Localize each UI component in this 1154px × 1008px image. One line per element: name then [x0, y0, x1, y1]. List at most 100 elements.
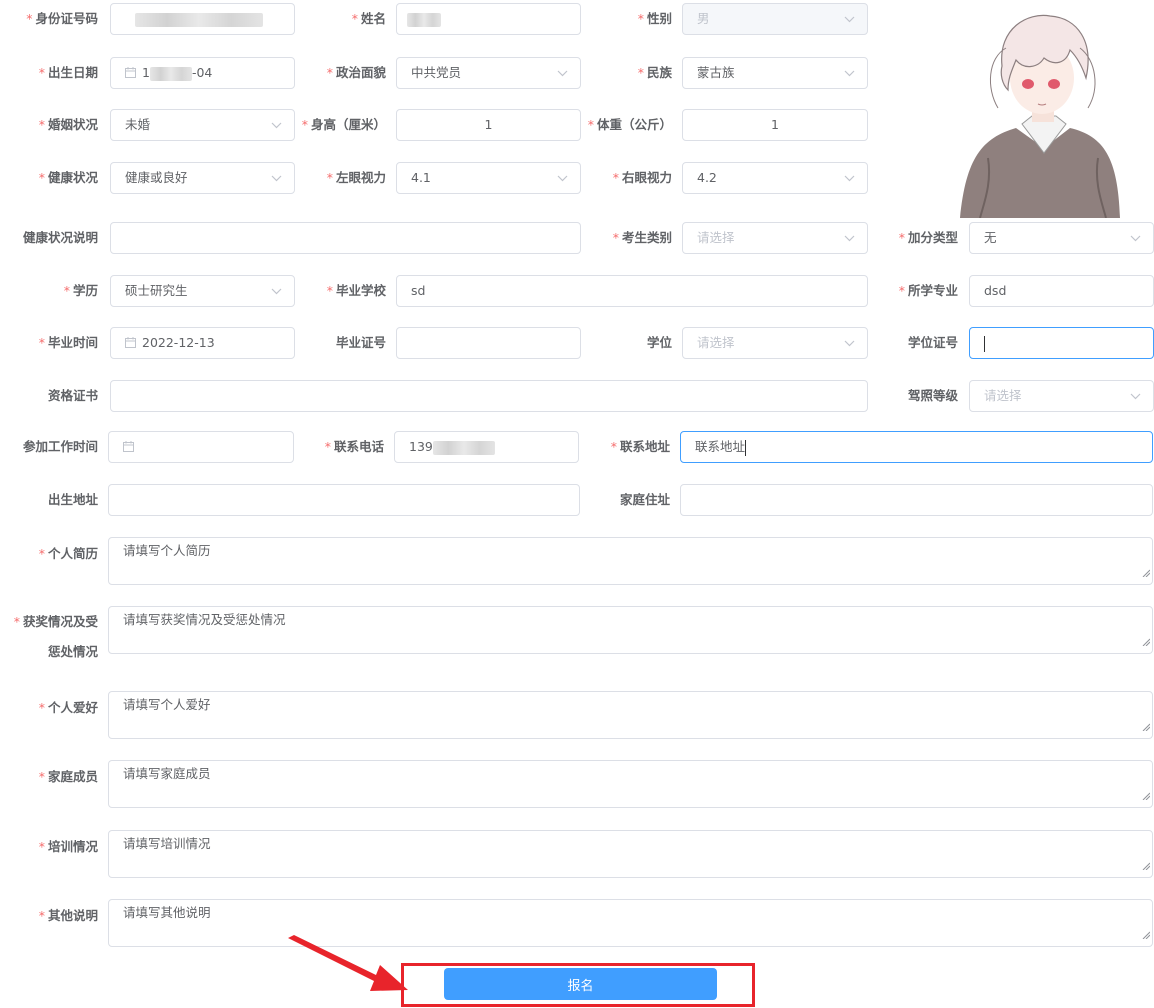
- work-start-date-picker[interactable]: [108, 431, 294, 463]
- awards-label: * 获奖情况及受惩处情况: [13, 614, 98, 659]
- calendar-icon: [125, 67, 136, 78]
- chevron-down-icon: [271, 163, 282, 193]
- resize-handle-icon[interactable]: [1142, 718, 1151, 736]
- marital-status-select[interactable]: 未婚: [110, 109, 295, 141]
- phone-input[interactable]: 139: [394, 431, 579, 463]
- redacted-value: [432, 440, 495, 455]
- chevron-down-icon: [557, 163, 568, 193]
- resume-label: * 个人简历: [38, 546, 98, 561]
- degree-label: 学位: [646, 335, 672, 350]
- license-level-label: 驾照等级: [907, 388, 958, 403]
- other-notes-textarea[interactable]: 请填写其他说明: [108, 899, 1153, 947]
- name-label: * 姓名: [351, 11, 386, 26]
- left-vision-label: * 左眼视力: [326, 170, 386, 185]
- birth-date-picker[interactable]: 1 -04: [110, 57, 295, 89]
- major-label: * 所学专业: [898, 283, 958, 298]
- ethnicity-label: * 民族: [637, 65, 672, 80]
- chevron-down-icon: [844, 328, 855, 358]
- ethnicity-select[interactable]: 蒙古族: [682, 57, 868, 89]
- graduation-date-label: * 毕业时间: [38, 335, 98, 350]
- degree-select[interactable]: 请选择: [682, 327, 868, 359]
- graduate-school-label: * 毕业学校: [326, 283, 386, 298]
- candidate-type-select[interactable]: 请选择: [682, 222, 868, 254]
- bonus-type-select[interactable]: 无: [969, 222, 1154, 254]
- candidate-type-label: * 考生类别: [612, 230, 672, 245]
- text-cursor: [745, 439, 747, 456]
- right-vision-label: * 右眼视力: [612, 170, 672, 185]
- training-textarea[interactable]: 请填写培训情况: [108, 830, 1153, 878]
- political-status-label: * 政治面貌: [326, 65, 386, 80]
- address-input[interactable]: 联系地址: [680, 431, 1153, 463]
- birth-place-input[interactable]: [108, 484, 580, 516]
- education-label: * 学历: [63, 283, 98, 298]
- left-vision-select[interactable]: 4.1: [396, 162, 581, 194]
- family-members-textarea[interactable]: 请填写家庭成员: [108, 760, 1153, 808]
- diploma-no-input[interactable]: [396, 327, 581, 359]
- chevron-down-icon: [844, 4, 855, 34]
- chevron-down-icon: [271, 276, 282, 306]
- address-label: * 联系地址: [610, 439, 670, 454]
- political-status-select[interactable]: 中共党员: [396, 57, 581, 89]
- text-cursor: [984, 335, 985, 352]
- resize-handle-icon[interactable]: [1142, 926, 1151, 944]
- phone-label: * 联系电话: [324, 439, 384, 454]
- height-input[interactable]: 1: [396, 109, 581, 141]
- marital-status-label: * 婚姻状况: [38, 117, 98, 132]
- work-start-date-label: 参加工作时间: [22, 439, 98, 454]
- height-label: * 身高（厘米）: [301, 117, 386, 132]
- qualification-cert-input[interactable]: [110, 380, 868, 412]
- training-label: * 培训情况: [38, 839, 98, 854]
- redacted-value: [149, 66, 192, 81]
- birth-place-label: 出生地址: [47, 492, 98, 507]
- resize-handle-icon[interactable]: [1142, 857, 1151, 875]
- calendar-icon: [125, 337, 136, 348]
- avatar-photo: [960, 14, 1120, 218]
- hobbies-label: * 个人爱好: [38, 700, 98, 715]
- graduation-date-picker[interactable]: 2022-12-13: [110, 327, 295, 359]
- birth-date-label: * 出生日期: [38, 65, 98, 80]
- calendar-icon: [123, 441, 134, 452]
- weight-input[interactable]: 1: [682, 109, 868, 141]
- chevron-down-icon: [1130, 223, 1141, 253]
- id-number-input[interactable]: [110, 3, 295, 35]
- health-status-label: * 健康状况: [38, 170, 98, 185]
- resize-handle-icon[interactable]: [1142, 787, 1151, 805]
- diploma-no-label: 毕业证号: [335, 335, 386, 350]
- health-note-input[interactable]: [110, 222, 581, 254]
- register-button[interactable]: 报名: [444, 968, 717, 1000]
- bonus-type-label: * 加分类型: [898, 230, 958, 245]
- resize-handle-icon[interactable]: [1142, 633, 1151, 651]
- resume-textarea[interactable]: 请填写个人简历: [108, 537, 1153, 585]
- gender-value: 男: [697, 11, 710, 26]
- resize-handle-icon[interactable]: [1142, 564, 1151, 582]
- family-members-label: * 家庭成员: [38, 769, 98, 784]
- chevron-down-icon: [557, 58, 568, 88]
- qualification-cert-label: 资格证书: [47, 388, 98, 403]
- health-status-select[interactable]: 健康或良好: [110, 162, 295, 194]
- weight-label: * 体重（公斤）: [587, 117, 672, 132]
- hobbies-textarea[interactable]: 请填写个人爱好: [108, 691, 1153, 739]
- chevron-down-icon: [844, 223, 855, 253]
- health-note-label: 健康状况说明: [22, 230, 98, 245]
- chevron-down-icon: [1130, 381, 1141, 411]
- home-address-input[interactable]: [680, 484, 1153, 516]
- chevron-down-icon: [844, 58, 855, 88]
- education-select[interactable]: 硕士研究生: [110, 275, 295, 307]
- right-vision-select[interactable]: 4.2: [682, 162, 868, 194]
- chevron-down-icon: [271, 110, 282, 140]
- major-input[interactable]: dsd: [969, 275, 1154, 307]
- id-number-label: * 身份证号码: [26, 11, 98, 26]
- annotation-arrow-icon: [288, 935, 408, 991]
- home-address-label: 家庭住址: [619, 492, 670, 507]
- redacted-value: [135, 12, 263, 27]
- degree-cert-no-input[interactable]: [969, 327, 1154, 359]
- graduate-school-input[interactable]: sd: [396, 275, 868, 307]
- name-input[interactable]: [396, 3, 581, 35]
- awards-textarea[interactable]: 请填写获奖情况及受惩处情况: [108, 606, 1153, 654]
- gender-select[interactable]: 男: [682, 3, 868, 35]
- license-level-select[interactable]: 请选择: [969, 380, 1154, 412]
- degree-cert-no-label: 学位证号: [907, 335, 958, 350]
- other-notes-label: * 其他说明: [38, 908, 98, 923]
- gender-label: * 性别: [637, 11, 672, 26]
- chevron-down-icon: [844, 163, 855, 193]
